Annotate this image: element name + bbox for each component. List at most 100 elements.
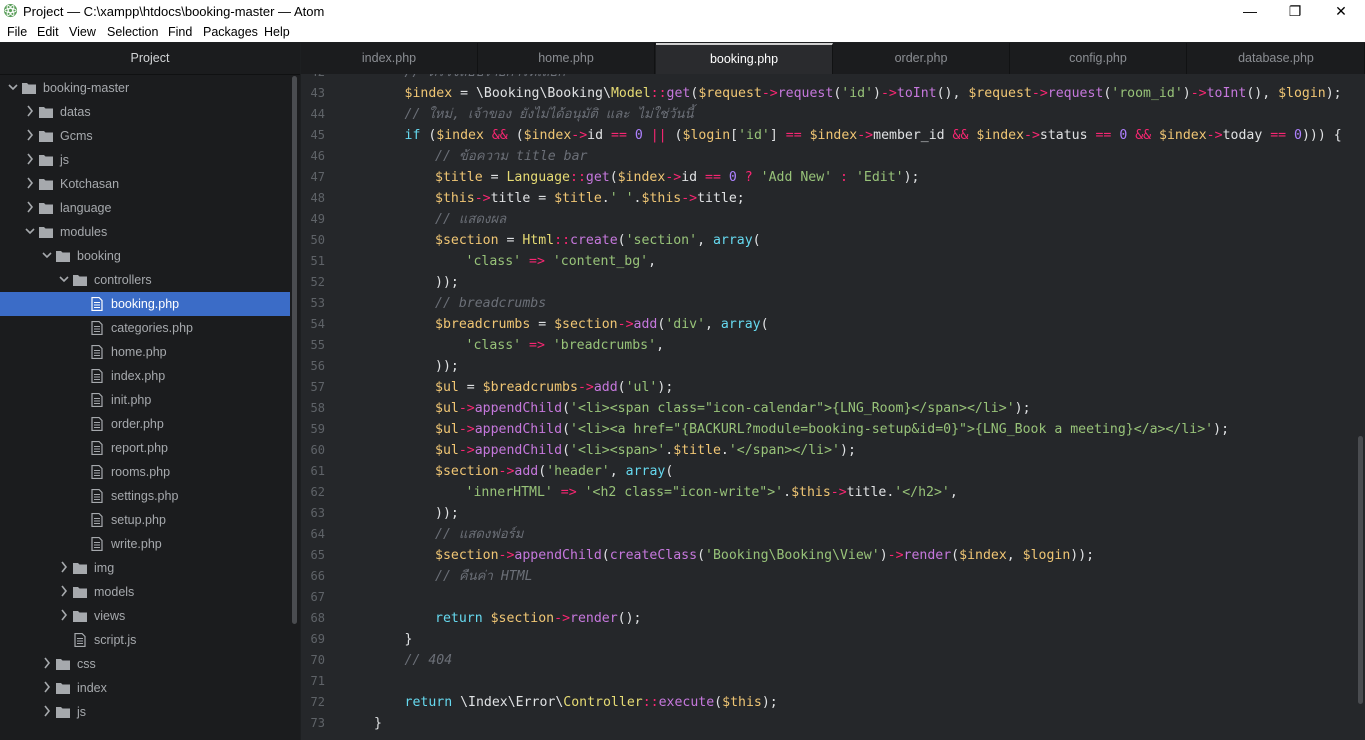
code-line[interactable]: $section->add('header', array( bbox=[435, 461, 673, 482]
tree-item-script-js[interactable]: script.js bbox=[0, 628, 290, 652]
code-line[interactable]: $this->title = $title.' '.$this->title; bbox=[435, 188, 745, 209]
code-line[interactable]: 'class' => 'content_bg', bbox=[466, 251, 657, 272]
editor-scrollbar[interactable] bbox=[1358, 436, 1363, 704]
code-token: render bbox=[570, 611, 618, 626]
folder-icon bbox=[39, 131, 53, 142]
folder-icon bbox=[39, 203, 53, 214]
menu-file[interactable]: File bbox=[7, 25, 27, 39]
code-line[interactable]: )); bbox=[435, 356, 459, 377]
tree-item-index-php[interactable]: index.php bbox=[0, 364, 290, 388]
tree-item-booking[interactable]: booking bbox=[0, 244, 290, 268]
tab-booking-php[interactable]: booking.php bbox=[656, 43, 833, 74]
tree-item-index[interactable]: index bbox=[0, 676, 290, 700]
code-line[interactable]: // 404 bbox=[405, 650, 453, 671]
tree-item-img[interactable]: img bbox=[0, 556, 290, 580]
code-line[interactable]: if ($index && ($index->id == 0 || ($logi… bbox=[405, 125, 1342, 146]
tab-index-php[interactable]: index.php bbox=[301, 43, 478, 74]
tree-item-settings-php[interactable]: settings.php bbox=[0, 484, 290, 508]
menu-view[interactable]: View bbox=[69, 25, 96, 39]
chevron-right-icon[interactable] bbox=[42, 656, 52, 670]
code-line[interactable]: $breadcrumbs = $section->add ('div', arra… bbox=[435, 314, 769, 335]
code-line[interactable]: 'innerHTML' => '<h2 class="icon-write">'… bbox=[466, 482, 958, 503]
code-line[interactable]: )); bbox=[435, 503, 459, 524]
menu-selection[interactable]: Selection bbox=[107, 25, 158, 39]
chevron-right-icon[interactable] bbox=[25, 176, 35, 190]
code-token: $section bbox=[435, 548, 499, 563]
close-button[interactable]: ✕ bbox=[1318, 0, 1364, 22]
code-line[interactable]: // ใหม่, เจ้าของ ยังไม่ได้อนุมัติ และ ไม… bbox=[405, 104, 694, 125]
title-bar: Project — C:\xampp\htdocs\booking-master… bbox=[0, 0, 1365, 22]
code-token: $ul bbox=[435, 401, 459, 416]
maximize-button[interactable]: ❐ bbox=[1272, 0, 1318, 22]
chevron-right-icon[interactable] bbox=[59, 560, 69, 574]
chevron-right-icon[interactable] bbox=[42, 680, 52, 694]
chevron-right-icon[interactable] bbox=[59, 584, 69, 598]
code-line[interactable]: } bbox=[374, 713, 382, 734]
code-line[interactable]: // แสดงฟอร์ม bbox=[435, 524, 523, 545]
code-line[interactable]: // breadcrumbs bbox=[435, 293, 546, 314]
menu-packages[interactable]: Packages bbox=[203, 25, 258, 39]
line-number: 42 bbox=[301, 74, 325, 79]
code-line[interactable]: // แสดงผล bbox=[435, 209, 506, 230]
tree-item-models[interactable]: models bbox=[0, 580, 290, 604]
tree-item-controllers[interactable]: controllers bbox=[0, 268, 290, 292]
chevron-right-icon[interactable] bbox=[42, 704, 52, 718]
chevron-right-icon[interactable] bbox=[25, 152, 35, 166]
chevron-down-icon[interactable] bbox=[8, 80, 18, 94]
code-token: ( bbox=[665, 464, 674, 479]
code-line[interactable]: 'class' => 'breadcrumbs', bbox=[466, 335, 665, 356]
chevron-down-icon[interactable] bbox=[42, 248, 52, 262]
code-line[interactable]: $index = \Booking\Booking\Model::get($re… bbox=[405, 83, 1342, 104]
code-line[interactable]: return \Index\Error\Controller::execute(… bbox=[405, 692, 778, 713]
code-line[interactable]: $ul->appendChild('<li><span>'.$title.'</… bbox=[435, 440, 856, 461]
tree-item-rooms-php[interactable]: rooms.php bbox=[0, 460, 290, 484]
chevron-down-icon[interactable] bbox=[25, 224, 35, 238]
code-line[interactable]: return $section->render(); bbox=[435, 608, 641, 629]
tree-item-init-php[interactable]: init.php bbox=[0, 388, 290, 412]
code-line[interactable]: $ul->appendChild('<li><a href="{BACKURL?… bbox=[435, 419, 1229, 440]
menu-help[interactable]: Help bbox=[264, 25, 290, 39]
code-line[interactable]: $ul->appendChild('<li><span class="icon-… bbox=[435, 398, 1031, 419]
tree-item-categories-php[interactable]: categories.php bbox=[0, 316, 290, 340]
code-editor[interactable]: 42 43 44 45 46 47 48 49 50 51 52 53 54 55 56 57 58 59 60 61… bbox=[301, 74, 1365, 740]
sidebar-scrollbar[interactable] bbox=[292, 76, 297, 624]
tree-item-js[interactable]: js bbox=[0, 148, 290, 172]
code-line[interactable]: } bbox=[405, 629, 413, 650]
tree-item-booking-master[interactable]: booking-master bbox=[0, 76, 290, 100]
code-line[interactable]: // ตรวจสอบรายการที่เลือก bbox=[405, 74, 566, 83]
tree-item-order-php[interactable]: order.php bbox=[0, 412, 290, 436]
chevron-right-icon[interactable] bbox=[25, 128, 35, 142]
tree-item-setup-php[interactable]: setup.php bbox=[0, 508, 290, 532]
tree-item-modules[interactable]: modules bbox=[0, 220, 290, 244]
tree-item-language[interactable]: language bbox=[0, 196, 290, 220]
code-line[interactable]: $title = Language::get($index->id == 0 ?… bbox=[435, 167, 919, 188]
code-line[interactable]: $ul = $breadcrumbs->add('ul'); bbox=[435, 377, 673, 398]
code-token: today bbox=[1222, 128, 1271, 143]
tree-item-views[interactable]: views bbox=[0, 604, 290, 628]
tree-item-kotchasan[interactable]: Kotchasan bbox=[0, 172, 290, 196]
tab-order-php[interactable]: order.php bbox=[833, 43, 1010, 74]
tree-item-report-php[interactable]: report.php bbox=[0, 436, 290, 460]
chevron-right-icon[interactable] bbox=[25, 200, 35, 214]
tree-item-js[interactable]: js bbox=[0, 700, 290, 724]
tree-item-booking-php[interactable]: booking.php bbox=[0, 292, 290, 316]
menu-edit[interactable]: Edit bbox=[37, 25, 59, 39]
chevron-right-icon[interactable] bbox=[59, 608, 69, 622]
chevron-down-icon[interactable] bbox=[59, 272, 69, 286]
menu-find[interactable]: Find bbox=[168, 25, 192, 39]
minimize-button[interactable]: — bbox=[1227, 0, 1273, 22]
tree-item-write-php[interactable]: write.php bbox=[0, 532, 290, 556]
tree-item-home-php[interactable]: home.php bbox=[0, 340, 290, 364]
code-line[interactable]: // คืนค่า HTML bbox=[435, 566, 533, 587]
tree-item-datas[interactable]: datas bbox=[0, 100, 290, 124]
code-line[interactable]: $section->appendChild(createClass('Booki… bbox=[435, 545, 1094, 566]
code-line[interactable]: // ข้อความ title bar bbox=[435, 146, 587, 167]
tree-item-css[interactable]: css bbox=[0, 652, 290, 676]
tab-database-php[interactable]: database.php bbox=[1188, 43, 1365, 74]
tab-home-php[interactable]: home.php bbox=[478, 43, 655, 74]
code-line[interactable]: )); bbox=[435, 272, 459, 293]
chevron-right-icon[interactable] bbox=[25, 104, 35, 118]
code-line[interactable]: $section = Html::create('section', array… bbox=[435, 230, 761, 251]
tab-config-php[interactable]: config.php bbox=[1010, 43, 1187, 74]
tree-item-gcms[interactable]: Gcms bbox=[0, 124, 290, 148]
